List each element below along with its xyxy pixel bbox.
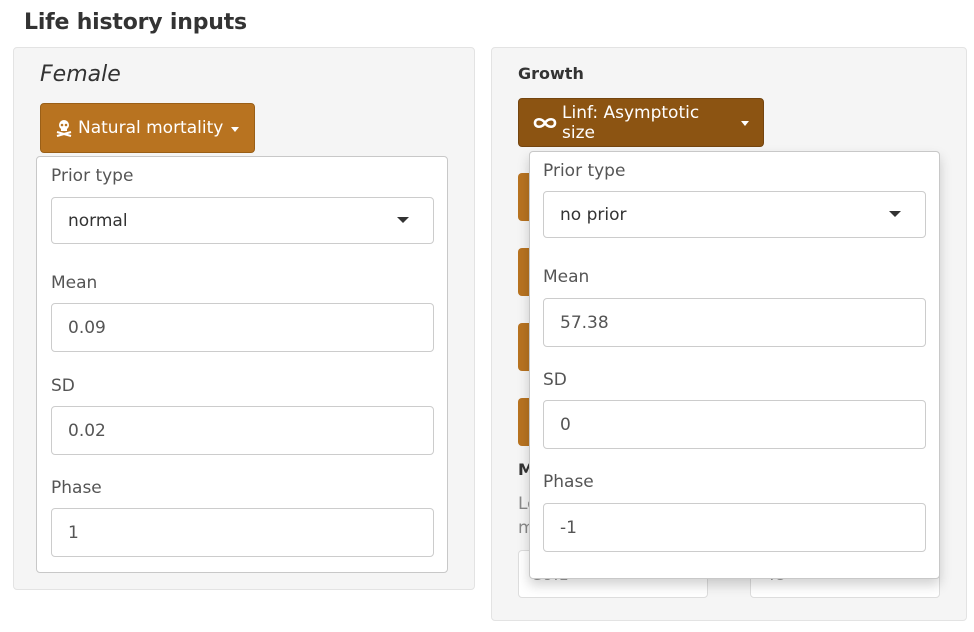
mean-value: 0.09 — [68, 317, 106, 338]
skull-crossbones-icon — [55, 119, 73, 137]
sd-label: SD — [51, 376, 75, 396]
phase-value: -1 — [560, 517, 577, 538]
sd-input[interactable]: 0 — [543, 400, 926, 449]
page-title: Life history inputs — [24, 10, 247, 35]
caret-down-icon — [741, 121, 749, 126]
female-title: Female — [40, 62, 121, 87]
mean-input[interactable]: 57.38 — [543, 298, 926, 347]
caret-down-icon — [231, 126, 240, 132]
sd-input[interactable]: 0.02 — [51, 406, 434, 455]
phase-input[interactable]: -1 — [543, 503, 926, 552]
chevron-down-icon — [397, 217, 409, 223]
growth-title: Growth — [518, 64, 584, 83]
prior-type-value: no prior — [560, 204, 627, 225]
linf-button[interactable]: Linf: Asymptotic size — [518, 98, 764, 147]
linf-dropdown: Prior type no prior Mean 57.38 SD 0 Phas… — [529, 151, 940, 579]
mean-value: 57.38 — [560, 312, 609, 333]
prior-type-label: Prior type — [51, 166, 134, 186]
natural-mortality-button[interactable]: Natural mortality — [40, 103, 255, 153]
sd-value: 0 — [560, 414, 571, 435]
sd-label: SD — [543, 370, 567, 390]
prior-type-label: Prior type — [543, 161, 626, 181]
sd-value: 0.02 — [68, 420, 106, 441]
natural-mortality-dropdown: Prior type normal Mean 0.09 SD 0.02 Phas… — [36, 156, 448, 573]
phase-label: Phase — [51, 478, 102, 498]
infinity-icon — [533, 116, 557, 130]
mean-label: Mean — [543, 267, 590, 287]
prior-type-select[interactable]: no prior — [543, 191, 926, 238]
phase-input[interactable]: 1 — [51, 508, 434, 557]
mean-label: Mean — [51, 273, 98, 293]
prior-type-value: normal — [68, 210, 128, 231]
mean-input[interactable]: 0.09 — [51, 303, 434, 352]
chevron-down-icon — [889, 211, 901, 217]
phase-value: 1 — [68, 522, 79, 543]
linf-label: Linf: Asymptotic size — [562, 102, 700, 143]
prior-type-select[interactable]: normal — [51, 197, 434, 244]
natural-mortality-label: Natural mortality — [78, 118, 224, 138]
phase-label: Phase — [543, 472, 594, 492]
